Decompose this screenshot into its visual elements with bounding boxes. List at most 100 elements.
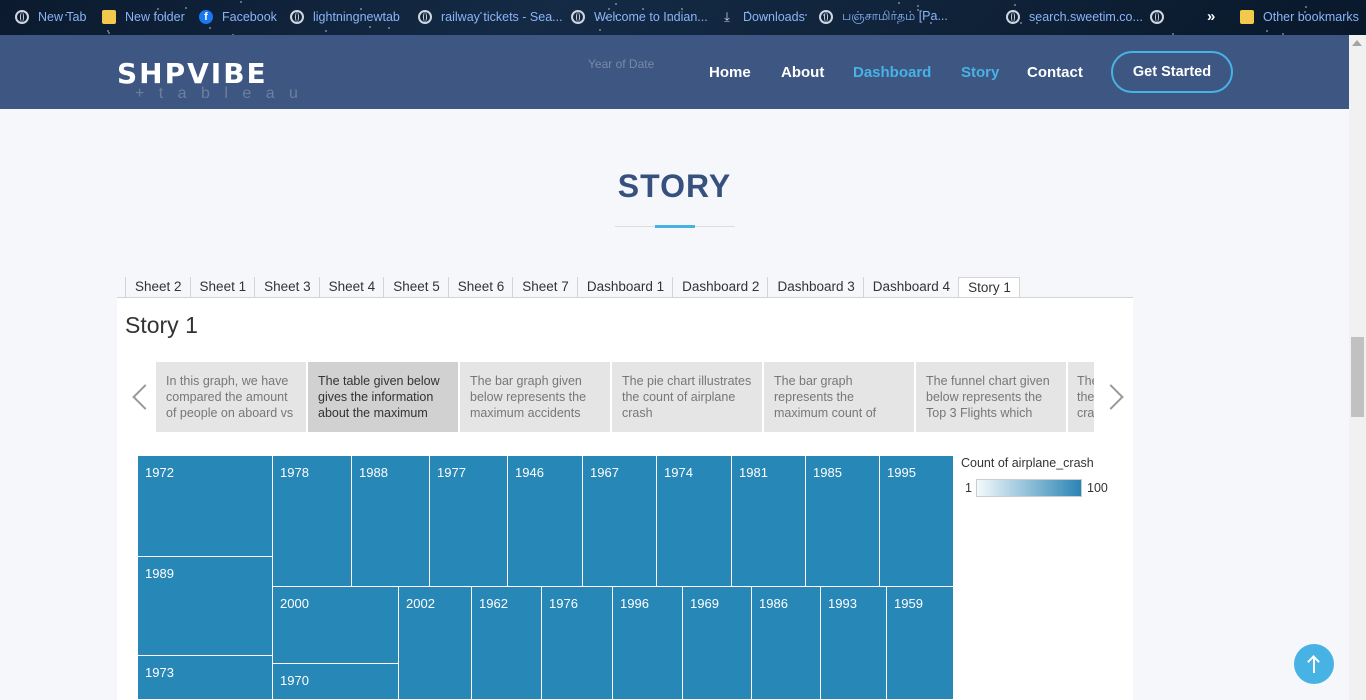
nav-dashboard[interactable]: Dashboard <box>853 64 931 81</box>
scrollbar-thumb[interactable] <box>1351 337 1364 417</box>
bookmark-label: New Tab <box>38 10 87 24</box>
treemap-cell[interactable]: 1993 <box>821 587 887 700</box>
treemap-cell[interactable]: 1988 <box>352 456 430 587</box>
bookmarks-overflow-chevron[interactable]: » <box>1207 8 1215 25</box>
legend-min: 1 <box>965 481 972 495</box>
treemap-cell[interactable]: 1996 <box>613 587 683 700</box>
globe-icon <box>1006 10 1020 24</box>
viz-title: Story 1 <box>125 312 198 338</box>
treemap-cell[interactable]: 1972 <box>138 456 273 557</box>
background-star <box>325 30 327 32</box>
nav-contact[interactable]: Contact <box>1027 64 1083 81</box>
title-accent-bar <box>655 225 695 228</box>
tab-dashboard-1[interactable]: Dashboard 1 <box>576 277 672 297</box>
site-logo[interactable]: SHPVIBE <box>117 57 268 90</box>
bookmark-other[interactable]: Other bookmarks <box>1240 9 1359 25</box>
background-star <box>209 27 211 29</box>
story-point[interactable]: The bar graph given below represents the… <box>460 362 610 432</box>
bookmark-sweetim[interactable]: search.sweetim.co... <box>1006 9 1143 25</box>
treemap-cell[interactable]: 1981 <box>732 456 806 587</box>
legend-title: Count of airplane_crash <box>961 456 1094 470</box>
story-point[interactable]: The bar graph represents the maximum cou… <box>764 362 914 432</box>
treemap-cell[interactable]: 1995 <box>880 456 953 587</box>
treemap-cell[interactable]: 1970 <box>273 664 399 700</box>
bookmark-label: Downloads <box>743 10 805 24</box>
get-started-button[interactable]: Get Started <box>1111 51 1233 93</box>
treemap-cell[interactable]: 1986 <box>752 587 821 700</box>
facebook-icon: f <box>199 10 213 24</box>
bookmark-label: பஞ்சாமிர்தம் [Pa... <box>842 9 948 23</box>
treemap: 1972 1978 1988 1977 1946 1967 1974 1981 … <box>138 456 953 700</box>
background-star <box>107 30 109 32</box>
nav-about[interactable]: About <box>781 64 824 81</box>
tab-dashboard-3[interactable]: Dashboard 3 <box>767 277 862 297</box>
tab-story-1[interactable]: Story 1 <box>958 277 1020 298</box>
legend-max: 100 <box>1087 481 1108 495</box>
treemap-cell[interactable]: 1962 <box>472 587 542 700</box>
treemap-cell[interactable]: 1969 <box>683 587 752 700</box>
tab-sheet-5[interactable]: Sheet 5 <box>383 277 448 297</box>
tab-sheet-2[interactable]: Sheet 2 <box>125 277 190 297</box>
treemap-cell[interactable]: 1973 <box>138 656 273 700</box>
background-star <box>898 2 900 4</box>
tab-sheet-4[interactable]: Sheet 4 <box>318 277 384 297</box>
background-star <box>185 7 187 9</box>
globe-icon <box>819 10 833 24</box>
story-prev-arrow-icon[interactable] <box>130 380 146 414</box>
story-point[interactable]: In this graph, we have compared the amou… <box>156 362 306 432</box>
bookmark-label: Facebook <box>222 10 277 24</box>
tab-sheet-1[interactable]: Sheet 1 <box>189 277 255 297</box>
tab-sheet-3[interactable]: Sheet 3 <box>254 277 319 297</box>
treemap-cell[interactable]: 1976 <box>542 587 613 700</box>
bookmark-new-tab[interactable]: New Tab <box>15 9 86 25</box>
bookmark-blank[interactable] <box>1150 9 1173 25</box>
treemap-cell[interactable]: 1946 <box>508 456 583 587</box>
legend-color-ramp <box>976 479 1082 497</box>
tab-sheet-6[interactable]: Sheet 6 <box>447 277 513 297</box>
bookmark-lightningnewtab[interactable]: lightningnewtab <box>290 9 400 25</box>
ghost-axis-label: Year of Date <box>588 57 655 71</box>
treemap-cell[interactable]: 1974 <box>657 456 732 587</box>
scroll-up-arrow-icon[interactable] <box>1352 40 1362 46</box>
globe-icon <box>571 10 585 24</box>
bookmark-panchamirtham[interactable]: பஞ்சாமிர்தம் [Pa... <box>819 9 948 25</box>
background-star <box>369 26 371 28</box>
treemap-cell[interactable]: 1967 <box>583 456 657 587</box>
background-star <box>615 3 617 5</box>
story-point-active[interactable]: The table given below gives the informat… <box>308 362 458 432</box>
treemap-cell[interactable]: 2000 <box>273 587 399 664</box>
treemap-cell[interactable]: 1959 <box>887 587 953 700</box>
story-point[interactable]: The funnel chart given below represents … <box>916 362 1066 432</box>
bookmark-welcome[interactable]: Welcome to Indian... <box>571 9 708 25</box>
back-to-top-button[interactable] <box>1294 644 1334 684</box>
bookmark-new-folder[interactable]: New folder <box>102 9 185 25</box>
treemap-cell[interactable]: 1978 <box>273 456 352 587</box>
treemap-cell[interactable]: 1989 <box>138 557 273 656</box>
globe-icon <box>15 10 29 24</box>
section-title: STORY <box>617 168 732 204</box>
tab-sheet-7[interactable]: Sheet 7 <box>512 277 577 297</box>
background-star <box>1305 6 1307 8</box>
bookmark-label: search.sweetim.co... <box>1029 10 1143 24</box>
story-point[interactable]: The the cra <box>1068 362 1094 432</box>
bookmarks-bar: New Tab New folder f Facebook lightningne… <box>0 0 1366 35</box>
story-next-arrow-icon[interactable] <box>1108 380 1124 414</box>
globe-icon <box>1150 10 1164 24</box>
background-star <box>805 14 807 16</box>
nav-home[interactable]: Home <box>709 64 751 81</box>
folder-icon <box>102 10 116 24</box>
nav-story[interactable]: Story <box>961 64 999 81</box>
treemap-cell[interactable]: 1985 <box>806 456 880 587</box>
tab-dashboard-4[interactable]: Dashboard 4 <box>862 277 958 297</box>
folder-icon <box>1240 10 1254 24</box>
bookmark-downloads[interactable]: ⤓ Downloads <box>720 9 805 25</box>
bookmark-facebook[interactable]: f Facebook <box>199 9 277 25</box>
globe-icon <box>418 10 432 24</box>
bookmark-label: Other bookmarks <box>1263 10 1359 24</box>
treemap-cell[interactable]: 1977 <box>430 456 508 587</box>
tab-dashboard-2[interactable]: Dashboard 2 <box>672 277 767 297</box>
bookmark-railway[interactable]: railway tickets - Sea... <box>418 9 563 25</box>
bookmark-label: New folder <box>125 10 185 24</box>
treemap-cell[interactable]: 2002 <box>399 587 472 700</box>
story-point[interactable]: The pie chart illustrates the count of a… <box>612 362 762 432</box>
